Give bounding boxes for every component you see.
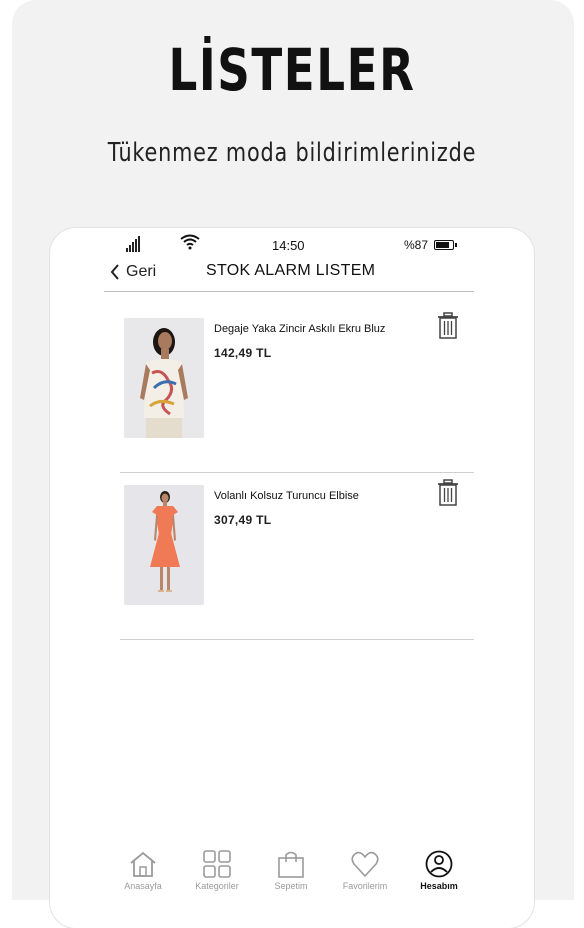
wifi-icon	[180, 234, 200, 250]
tab-favorites[interactable]: Favorilerim	[328, 850, 402, 900]
list-item[interactable]: Volanlı Kolsuz Turuncu Elbise 307,49 TL	[120, 473, 474, 640]
page-title: STOK ALARM LISTEM	[206, 262, 376, 279]
back-button[interactable]: Geri	[110, 258, 156, 286]
signal-icon	[126, 236, 140, 252]
battery-icon	[434, 240, 457, 250]
nav-header: Geri STOK ALARM LISTEM	[50, 258, 534, 290]
battery-percent: %87	[404, 238, 429, 252]
tab-label: Hesabım	[420, 881, 458, 891]
phone-frame: 14:50 %87 Geri STOK ALARM LISTEM Degaje …	[50, 228, 534, 928]
back-label: Geri	[126, 263, 157, 280]
tab-label: Anasayfa	[124, 881, 162, 891]
list-item[interactable]: Degaje Yaka Zincir Askılı Ekru Bluz 142,…	[120, 306, 474, 473]
grid-icon	[203, 850, 231, 878]
tab-categories[interactable]: Kategoriler	[180, 850, 254, 900]
product-name[interactable]: Volanlı Kolsuz Turuncu Elbise	[214, 490, 359, 502]
tab-label: Favorilerim	[342, 881, 388, 891]
product-name[interactable]: Degaje Yaka Zincir Askılı Ekru Bluz	[214, 323, 385, 335]
status-bar: 14:50 %87	[50, 234, 534, 258]
trash-icon[interactable]	[436, 312, 460, 340]
status-time: 14:50	[272, 238, 305, 253]
tab-label: Kategoriler	[195, 881, 239, 891]
header-divider	[104, 291, 474, 292]
tab-home[interactable]: Anasayfa	[106, 850, 180, 900]
tab-label: Sepetim	[274, 881, 308, 891]
promo-subtitle: Tükenmez moda bildirimlerinizde	[107, 138, 477, 168]
heart-icon	[351, 851, 379, 878]
trash-icon[interactable]	[436, 479, 460, 507]
user-icon	[425, 850, 453, 878]
stock-alarm-list: Degaje Yaka Zincir Askılı Ekru Bluz 142,…	[120, 306, 474, 640]
shopping-bag-icon	[278, 851, 304, 878]
tab-account[interactable]: Hesabım	[402, 850, 476, 900]
item-divider	[120, 638, 474, 640]
product-image[interactable]	[124, 318, 204, 438]
chevron-left-icon	[110, 264, 119, 280]
product-price: 142,49 TL	[214, 346, 272, 360]
promo-title: LİSTELER	[168, 36, 416, 104]
tab-cart[interactable]: Sepetim	[254, 850, 328, 900]
product-price: 307,49 TL	[214, 513, 272, 527]
home-icon	[130, 851, 156, 877]
product-image[interactable]	[124, 485, 204, 605]
bottom-tab-bar: Anasayfa Kategoriler Sepetim Favorilerim	[106, 850, 476, 900]
